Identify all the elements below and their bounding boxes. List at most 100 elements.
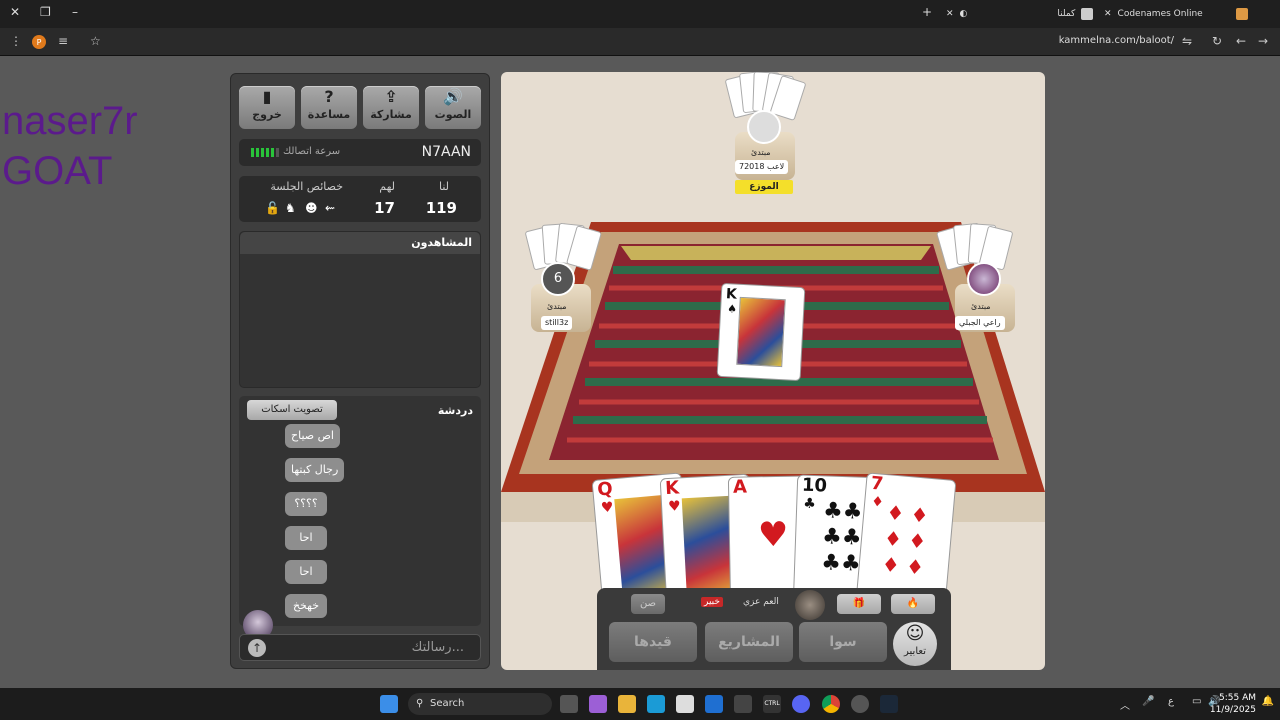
tab-close-icon[interactable]: ✕	[946, 9, 954, 19]
forward-icon[interactable]: ←	[1236, 34, 1246, 48]
github-icon[interactable]	[851, 695, 869, 713]
us-score: 119	[425, 199, 457, 217]
tray-chevron-icon[interactable]: ︿	[1120, 697, 1130, 712]
new-tab-icon[interactable]: +	[922, 5, 932, 19]
back-icon[interactable]: →	[1258, 34, 1268, 48]
sun-bid-button[interactable]: صن	[631, 594, 665, 614]
smiley-icon: ☻	[305, 201, 318, 215]
discord-icon[interactable]	[792, 695, 810, 713]
self-avatar[interactable]	[795, 590, 825, 620]
store-icon[interactable]	[676, 695, 694, 713]
browser-tabbar: ✕ ❐ – + ✕ ◐ كملنا ✕ Codenames Online	[0, 0, 1280, 28]
heart-icon: ♥	[600, 499, 615, 517]
reload-icon[interactable]: ↻	[1212, 34, 1222, 48]
exit-label: خروج	[252, 108, 282, 121]
menu-dots-icon[interactable]: ⋮	[10, 34, 22, 48]
chrome-icon[interactable]	[822, 695, 840, 713]
projects-button[interactable]: المشاريع	[705, 622, 793, 662]
bookmark-star-icon[interactable]: ☆	[90, 34, 101, 48]
self-name: العم عزي	[743, 597, 779, 607]
emoji-face-icon: ☺	[905, 623, 925, 644]
search-placeholder: Search	[430, 698, 465, 709]
player-name: راعي الجبلي	[955, 316, 1005, 330]
heart-icon: ♥	[757, 514, 789, 556]
notification-bell-icon[interactable]: 🔔	[1262, 696, 1274, 707]
them-label: لهم	[379, 180, 395, 193]
restore-window-icon[interactable]: ❐	[40, 5, 51, 19]
exit-button[interactable]: ▮ خروج	[239, 86, 295, 129]
us-label: لنا	[438, 180, 449, 193]
tab-audio-icon: ◐	[959, 9, 968, 19]
tab-title: كملنا	[1057, 9, 1076, 19]
speaker-icon: 🔊	[443, 87, 463, 106]
outlook-icon[interactable]	[705, 695, 723, 713]
tab-codenames[interactable]: ✕ Codenames Online	[1104, 4, 1203, 24]
copilot-icon[interactable]	[589, 695, 607, 713]
expressions-label: تعابير	[904, 646, 926, 657]
card-rank: K	[725, 286, 738, 303]
expressions-button[interactable]: ☺ تعابير	[893, 622, 937, 666]
system-clock[interactable]: 5:55 AM 11/9/2025	[1210, 692, 1256, 716]
spectators-box: المشاهدون	[239, 231, 481, 388]
connection-status: سرعة اتصالك N7AAN	[239, 139, 481, 166]
player-name: لاعب 72018	[735, 160, 789, 174]
site-settings-icon[interactable]: ⇋	[1182, 34, 1192, 48]
profile-avatar[interactable]: P	[32, 35, 46, 49]
diamond-icon: ♦	[870, 493, 885, 511]
steam-icon[interactable]	[880, 695, 898, 713]
score-board: لنا لهم خصائص الجلسة 119 17 🔓 ♞ ☻ ⇜	[239, 176, 481, 222]
sawa-button[interactable]: سوا	[799, 622, 887, 662]
file-explorer-icon[interactable]	[618, 695, 636, 713]
app-icon[interactable]	[734, 695, 752, 713]
username: N7AAN	[421, 144, 471, 160]
ctrl-icon[interactable]: CTRL	[763, 695, 781, 713]
mute-vote-button[interactable]: تصويت اسكات	[247, 400, 337, 420]
close-window-icon[interactable]: ✕	[10, 5, 20, 19]
sound-button[interactable]: 🔊 الصوت	[425, 86, 481, 129]
spade-icon: ♠	[726, 302, 738, 316]
help-button[interactable]: ? مساعدة	[301, 86, 357, 129]
dealer-badge: الموزع	[735, 180, 793, 194]
send-arrow-icon[interactable]: ↑	[248, 639, 266, 657]
king-face-icon	[736, 296, 786, 368]
url-text[interactable]: kammelna.com/baloot/	[1059, 35, 1174, 46]
fire-icon[interactable]: 🔥	[891, 594, 935, 614]
share-label: مشاركة	[370, 108, 412, 121]
windows-start-icon[interactable]	[380, 695, 398, 713]
expert-tag: خبير	[701, 597, 723, 607]
mic-icon[interactable]: 🎤	[1142, 696, 1154, 707]
player-rank: مبتدئ	[751, 148, 771, 157]
player-avatar	[967, 262, 1001, 296]
message-input[interactable]: ↑ رسالتك...	[239, 634, 481, 661]
minimize-window-icon[interactable]: –	[72, 5, 78, 19]
edge-icon[interactable]	[647, 695, 665, 713]
chat-message: ؟؟؟؟	[285, 492, 327, 516]
language-indicator[interactable]: ع	[1168, 696, 1174, 707]
chat-message: احا	[285, 526, 327, 550]
gift-icon[interactable]: 🎁	[837, 594, 881, 614]
chat-message: رجال كبتها	[285, 458, 345, 482]
record-button[interactable]: قيدها	[609, 622, 697, 662]
clock-time: 5:55 AM	[1219, 693, 1256, 703]
played-card: K ♠	[716, 282, 806, 382]
codenames-favicon	[1236, 8, 1248, 20]
network-icon[interactable]: ▭	[1192, 696, 1201, 707]
taskbar-search[interactable]: ⚲ Search	[408, 693, 552, 715]
control-bar: صن خبير العم عزي 🎁 🔥 قيدها المشاريع سوا …	[597, 588, 951, 670]
chat-message: اص صياح	[285, 424, 340, 448]
share-button[interactable]: ⇪ مشاركة	[363, 86, 419, 129]
overlay-line1: naser7r	[2, 99, 138, 143]
tab-search-icon[interactable]: ≡	[58, 34, 68, 48]
door-icon: ▮	[262, 87, 272, 106]
tab-kammelna[interactable]: ✕ ◐ كملنا	[946, 4, 1094, 24]
unlock-icon: 🔓	[265, 201, 280, 215]
tab-favicon	[1081, 8, 1094, 20]
arrows-icon: ⇜	[325, 201, 336, 215]
chat-message: خهخخ	[285, 594, 327, 618]
task-view-icon[interactable]	[560, 695, 578, 713]
tab-close-icon[interactable]: ✕	[1104, 9, 1112, 19]
chat-box: دردشة تصويت اسكات اص صياح رجال كبتها ؟؟؟…	[239, 396, 481, 626]
tab-title: Codenames Online	[1117, 9, 1203, 19]
question-icon: ?	[324, 87, 334, 106]
horse-icon: ♞	[285, 201, 296, 215]
